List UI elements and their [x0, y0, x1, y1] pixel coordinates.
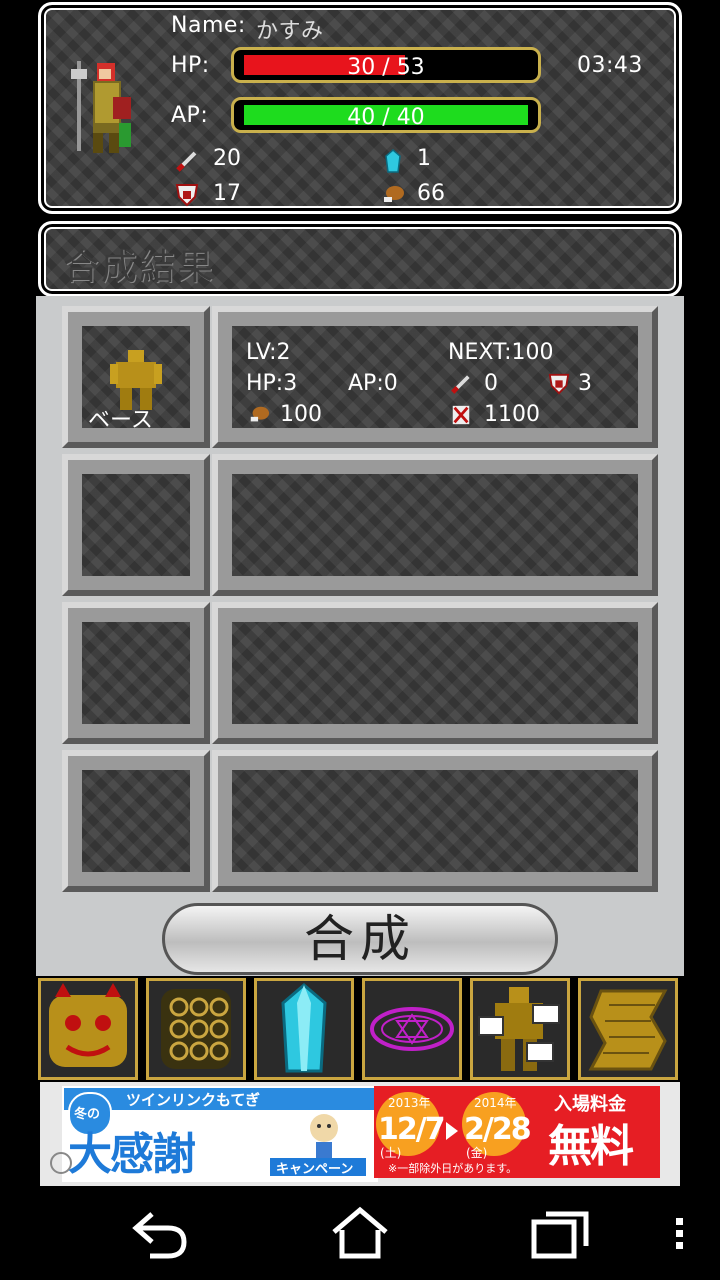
monster-face-icon: [49, 983, 127, 1067]
shield-icon: [548, 373, 570, 395]
food-value: 66: [417, 181, 445, 206]
material-info-2: [212, 602, 658, 744]
crystal-value: 1: [417, 146, 431, 171]
food-icon: [384, 186, 404, 202]
ad-sub-text: キャンペーン: [276, 1162, 354, 1177]
level-value: LV:2: [246, 340, 291, 365]
ad-day-2: (金): [466, 1146, 488, 1160]
base-label: ベース: [88, 408, 153, 433]
material-info-3: [212, 750, 658, 892]
character-name: かすみ: [256, 19, 324, 44]
ad-day-1: (土): [380, 1146, 402, 1160]
character-avatar: [71, 61, 131, 153]
result-attack-value: 0: [484, 371, 498, 396]
menu-magic-button[interactable]: [362, 978, 462, 1080]
name-label: Name:: [171, 13, 246, 38]
result-hp-value: HP:3: [246, 371, 298, 396]
ap-value: 40 / 40: [347, 105, 425, 130]
material-slot-1-inner: [82, 474, 190, 576]
sword-icon: [176, 151, 197, 172]
base-slot-inner: ベース: [82, 326, 190, 433]
material-info-1: [212, 454, 658, 596]
material-slot-2[interactable]: [62, 602, 210, 744]
ap-bar: 40 / 40: [231, 97, 541, 133]
magic-circle-icon: [370, 1007, 454, 1051]
material-info-2-inner: [232, 622, 638, 724]
result-defense-value: 3: [578, 371, 592, 396]
recent-apps-icon[interactable]: [528, 1204, 592, 1262]
result-info-panel: LV:2 NEXT:100 HP:3 AP:0 0 3 100 1100: [212, 306, 658, 448]
ad-right-main: 無料: [548, 1121, 634, 1172]
screen-title: 合成結果: [63, 247, 216, 288]
ad-banner[interactable]: ツインリンクもてぎ 冬の 大感謝 キャンペーン 2013年 12/7 (土) 2…: [40, 1082, 680, 1186]
status-panel: Name: かすみ HP: 30 / 53 03:43 AP: 40 / 40 …: [38, 2, 682, 214]
hp-value: 30 / 53: [347, 55, 425, 80]
menu-monster-button[interactable]: [38, 978, 138, 1080]
result-info-inner: LV:2 NEXT:100 HP:3 AP:0 0 3 100 1100: [232, 326, 638, 428]
sword-icon: [451, 375, 470, 394]
result-cost-value: 1100: [484, 402, 540, 427]
material-slot-3-inner: [82, 770, 190, 872]
result-ap-value: AP:0: [348, 371, 398, 396]
ad-note: ※一部除外日があります。: [388, 1162, 518, 1175]
mascot-icon: [310, 1114, 338, 1158]
ad-date-2: 2/28: [464, 1112, 532, 1147]
hp-label: HP:: [171, 53, 210, 78]
food-icon: [250, 406, 270, 422]
menu-monster-list-button[interactable]: [470, 978, 570, 1080]
menu-crystal-button[interactable]: [254, 978, 354, 1080]
material-slot-3[interactable]: [62, 750, 210, 892]
overflow-menu-icon[interactable]: [664, 1204, 696, 1262]
material-info-3-inner: [232, 770, 638, 872]
screen-title-bar: 合成結果: [38, 221, 682, 297]
material-slot-2-inner: [82, 622, 190, 724]
ad-year-2: 2014年: [474, 1096, 517, 1110]
ad-right: 2013年 12/7 (土) 2014年 2/28 (金) 入場料金 無料 ※一…: [374, 1086, 660, 1178]
shield-icon: [175, 184, 199, 207]
menu-equipment-button[interactable]: [146, 978, 246, 1080]
ad-left: ツインリンクもてぎ 冬の 大感謝 キャンペーン: [62, 1086, 378, 1182]
gold-mesh-icon: [161, 989, 231, 1069]
defense-value: 17: [213, 181, 241, 206]
synthesis-area: ベース LV:2 NEXT:100 HP:3 AP:0 0 3 100 1100: [36, 296, 684, 976]
attack-value: 20: [213, 146, 241, 171]
base-slot[interactable]: ベース: [62, 306, 210, 448]
crystal-icon: [385, 149, 401, 173]
back-icon[interactable]: [128, 1204, 192, 1262]
cost-icon: [452, 405, 470, 425]
ad-arrow-icon: [446, 1122, 458, 1140]
menu-map-button[interactable]: [578, 978, 678, 1080]
material-slot-1[interactable]: [62, 454, 210, 596]
ap-label: AP:: [171, 103, 209, 128]
next-exp-value: NEXT:100: [448, 340, 554, 365]
ad-info-icon[interactable]: [50, 1152, 72, 1174]
synthesize-button[interactable]: 合成: [162, 903, 558, 975]
crystal-icon: [281, 983, 327, 1073]
system-nav-bar: [0, 1186, 720, 1280]
hp-bar: 30 / 53: [231, 47, 541, 83]
home-icon[interactable]: [328, 1204, 392, 1262]
clock: 03:43: [577, 53, 643, 78]
golem-cards-icon: [478, 987, 560, 1071]
ad-date-1: 12/7: [378, 1112, 446, 1147]
result-food-value: 100: [280, 402, 322, 427]
material-info-1-inner: [232, 474, 638, 576]
ad-main-text: 大感謝: [68, 1129, 196, 1180]
scroll-map-icon: [588, 989, 668, 1071]
ad-top-text: ツインリンクもてぎ: [126, 1091, 260, 1109]
ad-year-1: 2013年: [388, 1096, 431, 1110]
